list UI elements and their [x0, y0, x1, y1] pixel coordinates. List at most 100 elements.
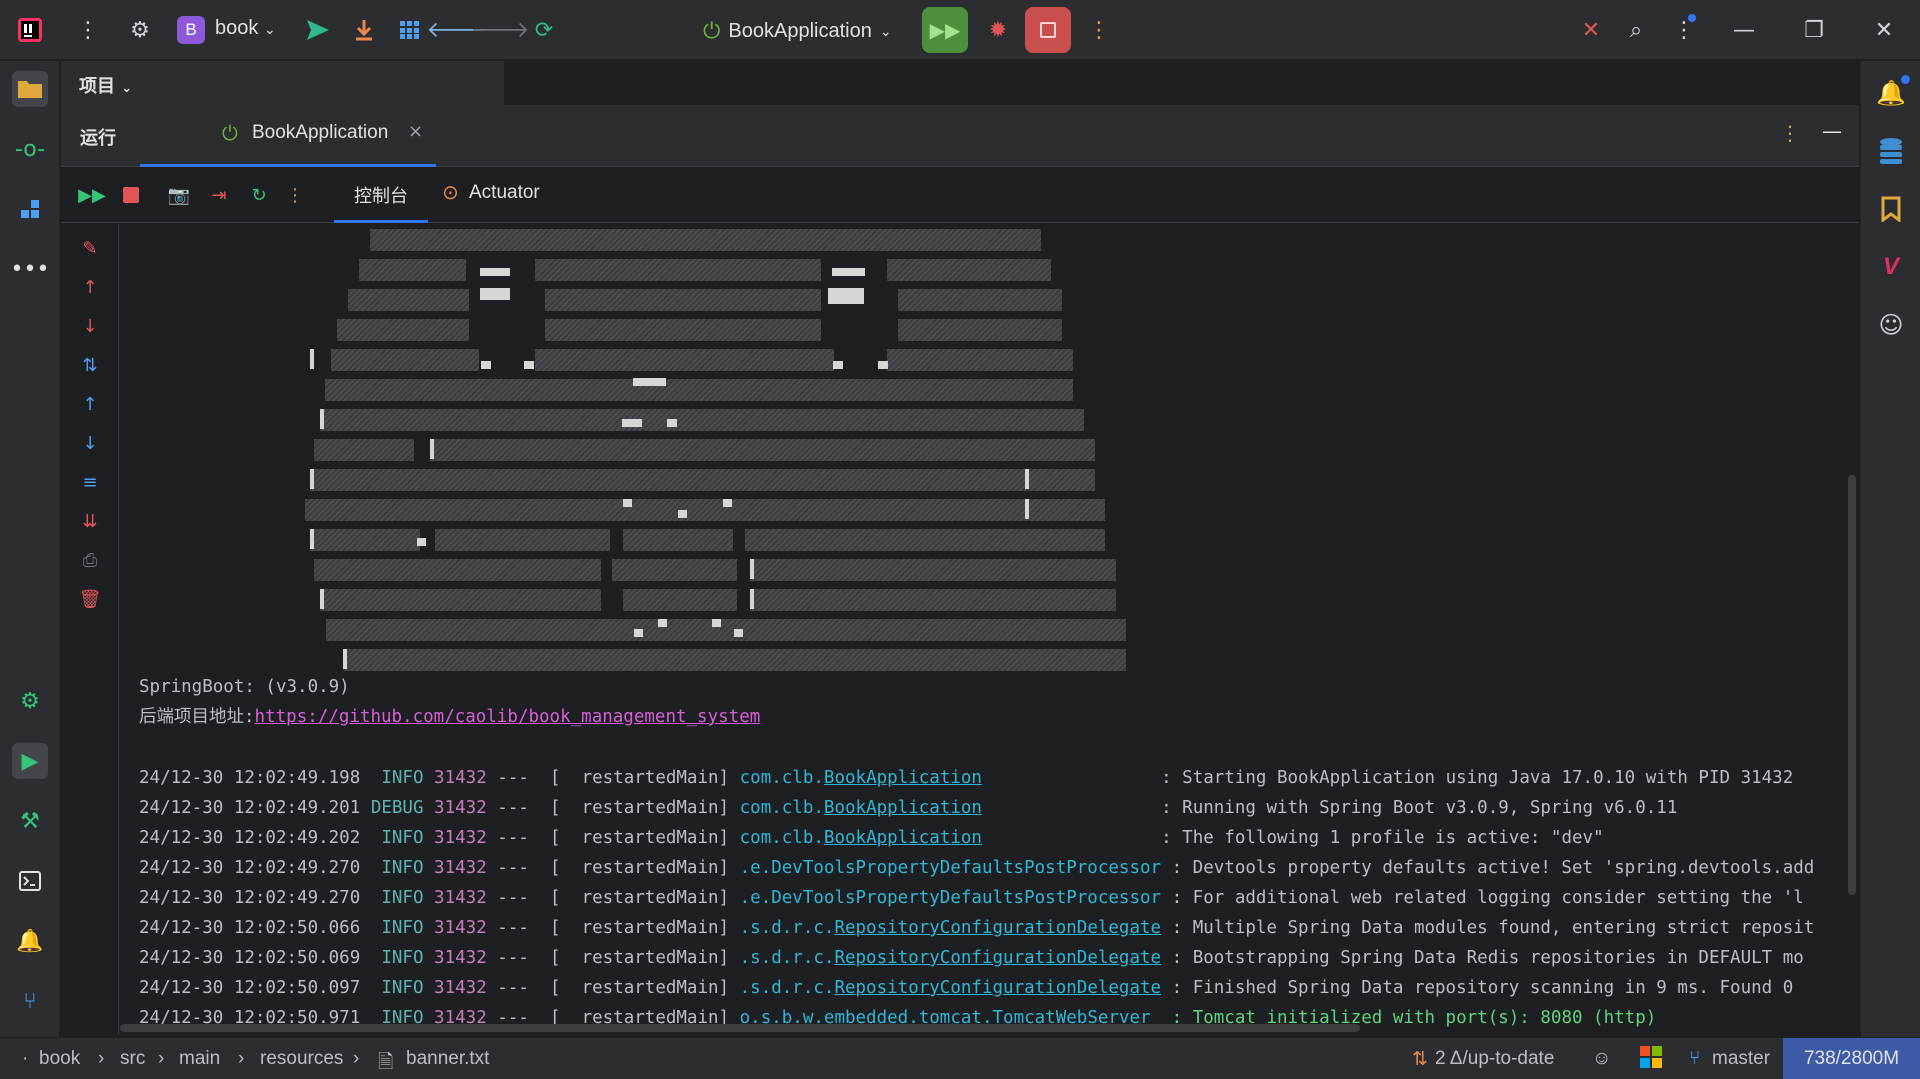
git-branch-name[interactable]: master [1712, 1048, 1770, 1070]
console-output[interactable]: SpringBoot: (v3.0.9) 后端项目地址:https://gith… [120, 224, 1858, 1034]
log-level: INFO [370, 948, 424, 968]
project-panel-title[interactable]: 项目 ⌄ [79, 72, 132, 98]
log-logger-class-link[interactable]: BookApplication [824, 798, 982, 818]
main-menu-icon[interactable]: ⋮ [72, 14, 104, 46]
breadcrumb-src[interactable]: src [120, 1048, 145, 1070]
vue-v-icon[interactable]: V [1873, 249, 1909, 285]
more-actions-icon[interactable]: ⋮ [1083, 14, 1115, 46]
structure-icon[interactable] [12, 191, 48, 227]
stop-icon[interactable] [117, 181, 145, 209]
rerun-button[interactable]: ▶▶ [922, 7, 968, 53]
back-arrow-icon[interactable]: 🡐 [427, 14, 486, 46]
more-tools-icon[interactable]: ••• [11, 251, 50, 287]
download-icon[interactable] [348, 14, 380, 46]
log-thread: --- [ restartedMain] [497, 978, 730, 998]
breadcrumb-book[interactable]: book [39, 1048, 80, 1070]
database-icon[interactable] [1873, 133, 1909, 169]
build-hammer-icon[interactable]: ⚒ [12, 803, 48, 839]
log-message: : Starting BookApplication using Java 17… [1161, 768, 1794, 788]
tab-actuator-label: Actuator [469, 182, 540, 203]
log-thread: --- [ restartedMain] [497, 918, 730, 938]
log-line: 24/12-30 12:02:49.201 DEBUG 31432 --- [ … [139, 796, 1677, 820]
run-tool-icon[interactable]: ▶ [12, 743, 48, 779]
more-icon[interactable]: ⋮ [281, 181, 309, 209]
problems-icon[interactable]: 🔔 [12, 923, 48, 959]
run-config-selector[interactable]: ⏻ BookApplication ⌄ [703, 14, 892, 48]
run-panel-header: 运行 ⏻ BookApplication × ⋮ — [61, 105, 1859, 167]
services-gear-icon[interactable]: ⚙ [12, 683, 48, 719]
log-level: INFO [370, 858, 424, 878]
log-pid: 31432 [434, 798, 487, 818]
git-branch-icon[interactable]: ⑂ [12, 983, 48, 1019]
log-level: INFO [370, 888, 424, 908]
scroll-to-end-icon[interactable]: ⇊ [76, 507, 104, 535]
settings-gear-icon[interactable]: ⚙ [124, 14, 156, 46]
project-name[interactable]: book ⌄ [215, 17, 276, 40]
close-x-icon[interactable]: ✕ [1575, 14, 1607, 46]
exit-icon[interactable]: ⇥ [205, 181, 233, 209]
commit-icon[interactable]: -o- [12, 131, 48, 167]
log-pid: 31432 [434, 768, 487, 788]
refresh-icon[interactable]: ⟳ [528, 14, 560, 46]
panel-options-icon[interactable]: ⋮ [1780, 121, 1800, 145]
trash-icon[interactable]: 🗑 [76, 585, 104, 613]
scroll-up-icon[interactable]: ↑ [76, 390, 104, 418]
arrow-up-red-icon[interactable]: ↑ [76, 273, 104, 301]
log-timestamp: 24/12-30 12:02:50.069 [139, 948, 361, 968]
tab-console-label: 控制台 [354, 186, 408, 207]
send-icon[interactable] [302, 14, 334, 46]
arrow-down-red-icon[interactable]: ↓ [76, 312, 104, 340]
forward-arrow-icon[interactable]: 🡒 [471, 14, 530, 46]
project-folder-icon[interactable] [12, 71, 48, 107]
soft-wrap-icon[interactable]: ≡ [76, 468, 104, 496]
backend-url-link[interactable]: https://github.com/caolib/book_managemen… [255, 707, 761, 727]
log-logger-pad [1161, 888, 1172, 908]
log-line: 24/12-30 12:02:49.270 INFO 31432 --- [ r… [139, 856, 1814, 880]
scroll-down-icon[interactable]: ↓ [76, 429, 104, 457]
log-timestamp: 24/12-30 12:02:49.198 [139, 768, 361, 788]
rerun-icon[interactable]: ▶▶ [78, 181, 106, 209]
stop-button[interactable] [1025, 7, 1071, 53]
console-horizontal-scrollbar[interactable] [120, 1024, 1360, 1032]
terminal-icon[interactable] [12, 863, 48, 899]
copilot-icon[interactable]: ☺ [1873, 307, 1909, 343]
console-vertical-scrollbar[interactable] [1848, 475, 1856, 895]
log-line: 24/12-30 12:02:49.270 INFO 31432 --- [ r… [139, 886, 1804, 910]
debug-bug-icon[interactable]: ✹ [982, 14, 1014, 46]
log-logger-class-link[interactable]: BookApplication [824, 828, 982, 848]
console-gutter: ✎ ↑ ↓ ⇅ ↑ ↓ ≡ ⇊ ⎙ 🗑 [61, 224, 119, 1034]
log-message: : Multiple Spring Data modules found, en… [1171, 918, 1815, 938]
minimize-icon[interactable]: — [1728, 14, 1760, 46]
tab-console[interactable]: 控制台 [334, 167, 428, 223]
restart-icon[interactable]: ↻ [245, 181, 273, 209]
screenshot-camera-icon[interactable]: 📷 [165, 181, 193, 209]
actuator-icon: ⊙ [442, 180, 459, 204]
log-message: : For additional web related logging con… [1171, 888, 1804, 908]
breadcrumb-file[interactable]: banner.txt [406, 1048, 489, 1070]
bookmark-icon[interactable] [1873, 191, 1909, 227]
sort-icon[interactable]: ⇅ [76, 351, 104, 379]
breadcrumb-main[interactable]: main [179, 1048, 220, 1070]
log-logger-class-link[interactable]: BookApplication [824, 768, 982, 788]
copilot-status-icon[interactable]: ☺ [1592, 1048, 1611, 1070]
project-badge[interactable]: B [177, 16, 205, 44]
restore-icon[interactable]: ❐ [1798, 14, 1830, 46]
clear-brush-icon[interactable]: ✎ [76, 234, 104, 262]
breadcrumb-resources[interactable]: resources [260, 1048, 343, 1070]
window-close-icon[interactable]: ✕ [1868, 14, 1900, 46]
intellij-logo-icon[interactable] [14, 14, 46, 46]
memory-indicator[interactable]: 738/2800M [1783, 1038, 1920, 1079]
print-icon[interactable]: ⎙ [76, 546, 104, 574]
log-logger-class-link[interactable]: RepositoryConfigurationDelegate [834, 948, 1161, 968]
search-icon[interactable]: ⌕ [1620, 14, 1652, 46]
vcs-status[interactable]: 2 Δ/up-to-date [1435, 1048, 1554, 1070]
windows-logo-icon[interactable] [1640, 1046, 1662, 1074]
hide-panel-icon[interactable]: — [1822, 119, 1842, 143]
log-logger-class-link[interactable]: RepositoryConfigurationDelegate [834, 918, 1161, 938]
run-tab-bookapplication[interactable]: ⏻ BookApplication × [140, 105, 436, 167]
log-logger-class-link[interactable]: RepositoryConfigurationDelegate [834, 978, 1161, 998]
grid-icon[interactable] [394, 14, 426, 46]
tab-actuator[interactable]: ⊙ Actuator [442, 167, 582, 223]
log-timestamp: 24/12-30 12:02:50.097 [139, 978, 361, 998]
tab-close-icon[interactable]: × [408, 121, 423, 142]
